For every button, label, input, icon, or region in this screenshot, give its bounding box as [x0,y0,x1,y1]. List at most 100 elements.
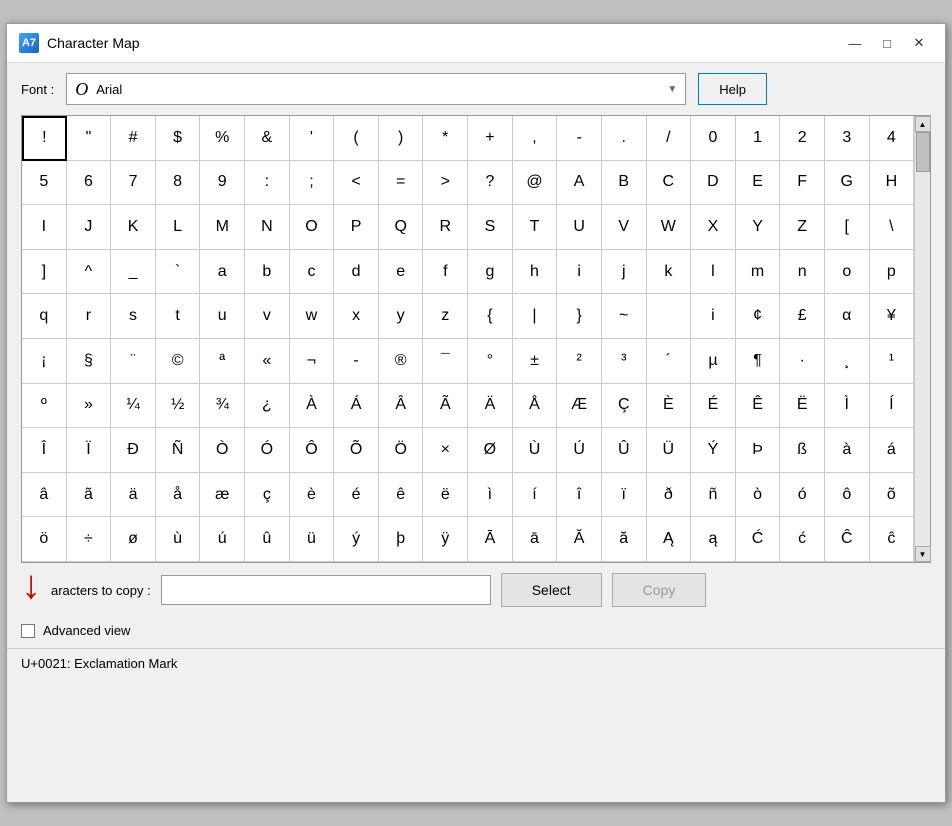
char-cell[interactable]: l [691,250,736,295]
char-cell[interactable]: ÿ [423,517,468,562]
char-cell[interactable]: ß [780,428,825,473]
char-cell[interactable]: . [602,116,647,161]
char-cell[interactable]: · [780,339,825,384]
char-cell[interactable]: [ [825,205,870,250]
char-cell[interactable]: 4 [870,116,915,161]
char-cell[interactable]: L [156,205,201,250]
copy-button[interactable]: Copy [612,573,707,607]
char-cell[interactable]: ĉ [870,517,915,562]
char-cell[interactable]: á [870,428,915,473]
char-cell[interactable]: ¯ [423,339,468,384]
char-cell[interactable]: \ [870,205,915,250]
char-cell[interactable]: Ï [67,428,112,473]
char-cell[interactable]: % [200,116,245,161]
char-cell[interactable]: 5 [22,161,67,206]
char-cell[interactable]: p [870,250,915,295]
char-cell[interactable]: ¨ [111,339,156,384]
char-cell[interactable]: m [736,250,781,295]
char-cell[interactable]: u [200,294,245,339]
char-cell[interactable]: ! [22,116,67,161]
char-cell[interactable]: É [691,384,736,429]
char-cell[interactable]: B [602,161,647,206]
char-cell[interactable]: ú [200,517,245,562]
char-cell[interactable]: f [423,250,468,295]
char-cell[interactable]: ( [334,116,379,161]
char-cell[interactable]: j [602,250,647,295]
char-cell[interactable]: q [22,294,67,339]
char-cell[interactable]: ü [290,517,335,562]
char-cell[interactable]: õ [870,473,915,518]
char-cell[interactable]: è [290,473,335,518]
minimize-button[interactable]: — [841,32,869,54]
char-cell[interactable]: h [513,250,558,295]
char-cell[interactable]: E [736,161,781,206]
char-cell[interactable]: Í [870,384,915,429]
char-cell[interactable]: Ì [825,384,870,429]
char-cell[interactable]: Ó [245,428,290,473]
char-cell[interactable]: ā [513,517,558,562]
char-cell[interactable]: n [780,250,825,295]
char-cell[interactable]: ï [602,473,647,518]
char-cell[interactable]: V [602,205,647,250]
char-cell[interactable]: ½ [156,384,201,429]
char-cell[interactable]: C [647,161,692,206]
char-cell[interactable]: ¾ [200,384,245,429]
char-cell[interactable]: A [557,161,602,206]
char-cell[interactable]: ù [156,517,201,562]
close-button[interactable]: ✕ [905,32,933,54]
char-cell[interactable]: ² [557,339,602,384]
char-cell[interactable]: Î [22,428,67,473]
char-cell[interactable]: ] [22,250,67,295]
font-selector[interactable]: O Arial ▼ [66,73,686,105]
char-cell[interactable]: Ö [379,428,424,473]
char-cell[interactable]: Ê [736,384,781,429]
maximize-button[interactable]: □ [873,32,901,54]
char-cell[interactable]: » [67,384,112,429]
help-button[interactable]: Help [698,73,767,105]
char-cell[interactable]: é [334,473,379,518]
char-cell[interactable]: ô [825,473,870,518]
scroll-up-arrow[interactable]: ▲ [915,116,931,132]
char-cell[interactable]: ) [379,116,424,161]
char-cell[interactable]: ¸ [825,339,870,384]
char-cell[interactable]: ø [111,517,156,562]
char-cell[interactable]: - [334,339,379,384]
char-cell[interactable]: Û [602,428,647,473]
char-cell[interactable]: b [245,250,290,295]
char-cell[interactable]: R [423,205,468,250]
char-cell[interactable]: Å [513,384,558,429]
char-cell[interactable]: H [870,161,915,206]
char-cell[interactable]: ñ [691,473,736,518]
char-cell[interactable]: I [22,205,67,250]
char-cell[interactable]: ® [379,339,424,384]
char-cell[interactable]: Ù [513,428,558,473]
char-cell[interactable]: O [290,205,335,250]
char-cell[interactable]: ¢ [736,294,781,339]
char-cell[interactable]: P [334,205,379,250]
char-cell[interactable]: ÷ [67,517,112,562]
char-cell[interactable]: ; [290,161,335,206]
scroll-down-arrow[interactable]: ▼ [915,546,931,562]
scroll-track[interactable] [915,132,930,546]
char-cell[interactable]: Y [736,205,781,250]
char-cell[interactable]: Æ [557,384,602,429]
char-cell[interactable]: α [825,294,870,339]
char-cell[interactable]: æ [200,473,245,518]
char-cell[interactable] [647,294,692,339]
char-cell[interactable]: ` [156,250,201,295]
char-cell[interactable]: N [245,205,290,250]
char-cell[interactable]: § [67,339,112,384]
char-cell[interactable]: Ć [736,517,781,562]
char-cell[interactable]: _ [111,250,156,295]
char-cell[interactable]: 9 [200,161,245,206]
char-cell[interactable]: Ă [557,517,602,562]
char-cell[interactable]: å [156,473,201,518]
char-cell[interactable]: t [156,294,201,339]
char-cell[interactable]: ª [200,339,245,384]
char-cell[interactable]: ä [111,473,156,518]
char-cell[interactable]: < [334,161,379,206]
char-cell[interactable]: Á [334,384,379,429]
char-cell[interactable]: Z [780,205,825,250]
char-cell[interactable]: ± [513,339,558,384]
char-cell[interactable]: ³ [602,339,647,384]
